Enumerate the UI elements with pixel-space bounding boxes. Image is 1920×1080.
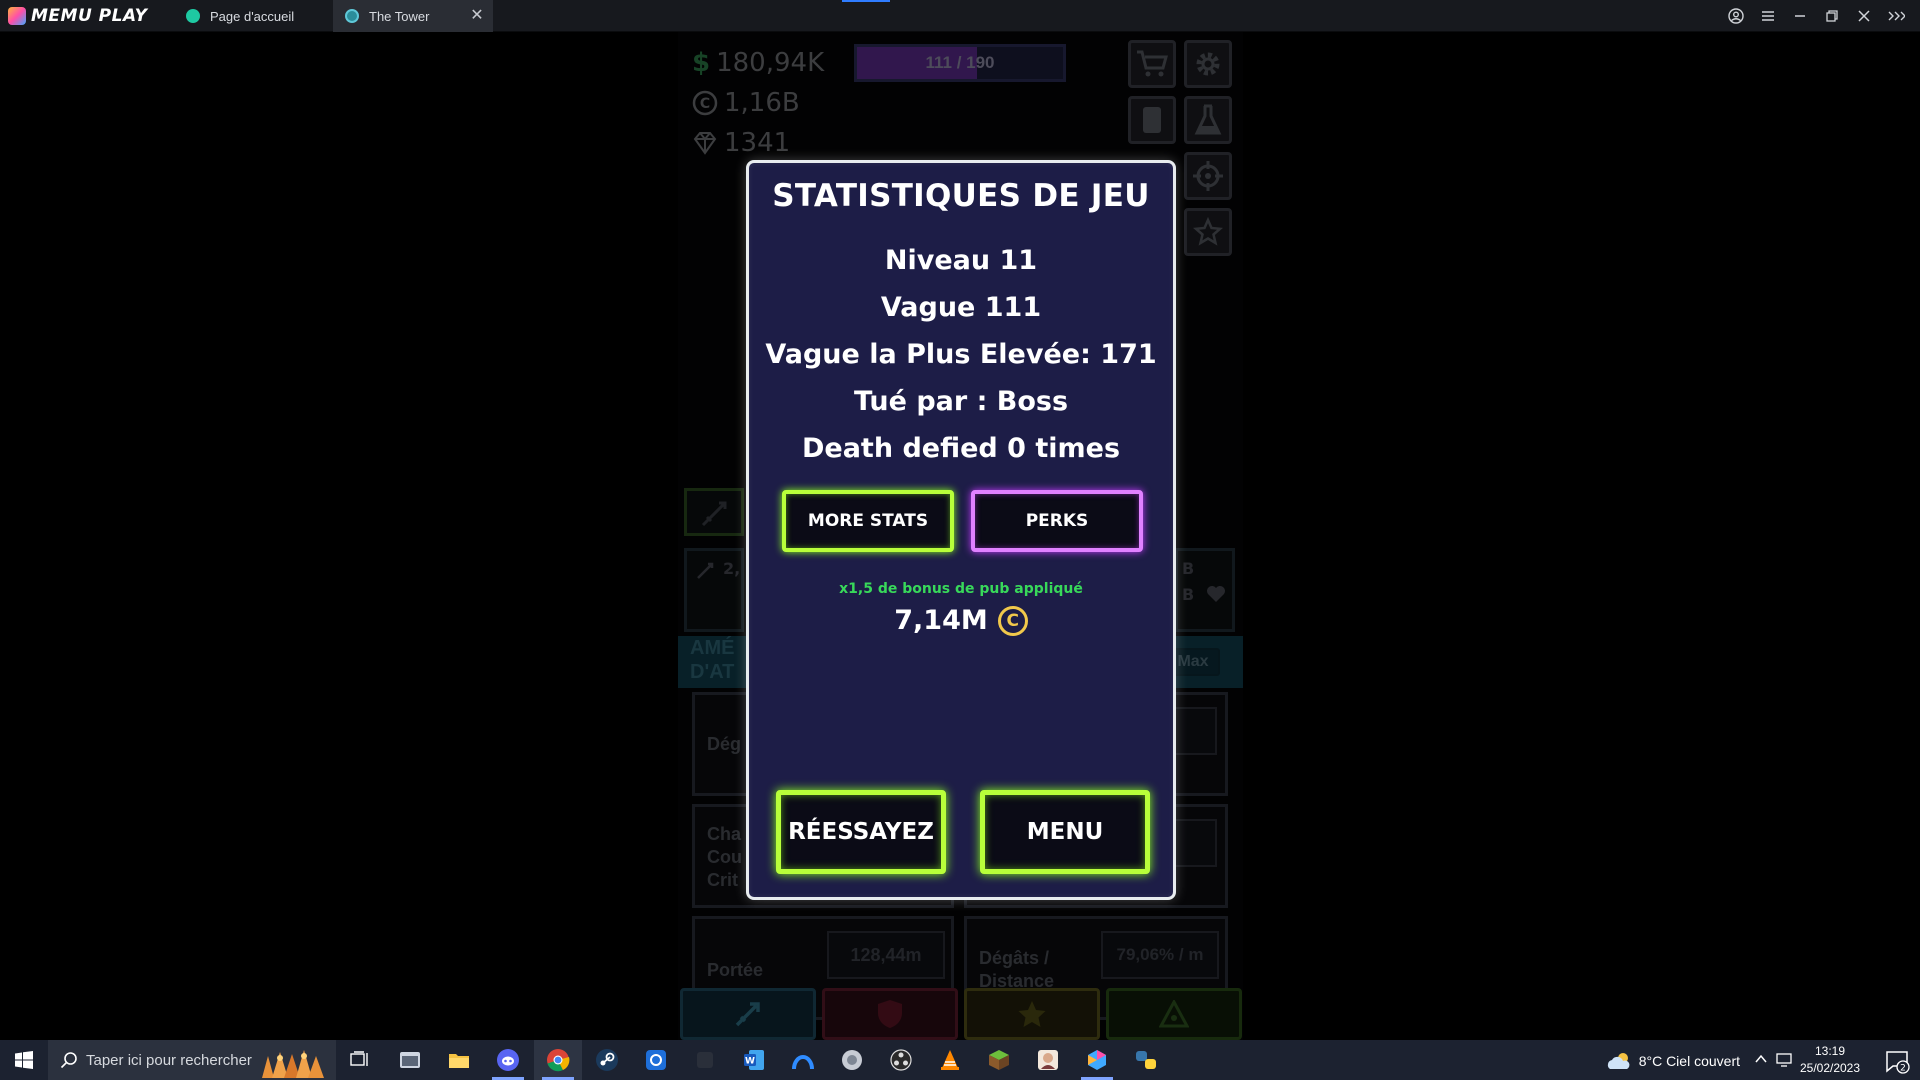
minecraft-icon	[989, 1050, 1009, 1070]
menu-icon[interactable]	[1754, 2, 1782, 30]
taskbar-app-shield[interactable]	[828, 1040, 876, 1080]
memu-brand-text: MEMU PLAY	[31, 6, 148, 26]
taskbar-app-blue[interactable]	[632, 1040, 680, 1080]
taskbar-word[interactable]: W	[730, 1040, 778, 1080]
account-icon[interactable]	[1722, 2, 1750, 30]
window-controls	[1722, 0, 1910, 32]
obs-icon	[890, 1049, 912, 1071]
tab-the-tower-label: The Tower	[369, 8, 430, 24]
start-button[interactable]	[0, 1040, 48, 1080]
cloud-icon	[1607, 1053, 1630, 1069]
more-stats-button[interactable]: MORE STATS	[782, 490, 954, 552]
chevron-up-icon[interactable]	[1754, 1052, 1768, 1066]
taskbar-app-arc[interactable]	[779, 1040, 827, 1080]
discord-icon	[497, 1049, 519, 1071]
notification-count: 2	[1900, 1064, 1906, 1074]
task-view-icon	[350, 1051, 368, 1066]
vlc-icon	[941, 1050, 959, 1070]
windows-icon	[15, 1051, 33, 1069]
taskbar-steam[interactable]	[583, 1040, 631, 1080]
expand-sidebar-icon[interactable]	[1882, 2, 1910, 30]
tab-home[interactable]: Page d'accueil	[178, 0, 330, 32]
weather-text: 8°C Ciel couvert	[1638, 1053, 1740, 1069]
game-stats-modal: STATISTIQUES DE JEU Niveau 11 Vague 111 …	[746, 160, 1176, 900]
chrome-icon	[547, 1049, 570, 1072]
modal-title: STATISTIQUES DE JEU	[772, 178, 1150, 214]
taskbar: Taper ici pour rechercher W 8°C Ciel cou…	[0, 1040, 1920, 1080]
perks-button[interactable]: PERKS	[971, 490, 1143, 552]
steam-icon	[596, 1049, 618, 1071]
arc-app-icon	[792, 1055, 814, 1070]
search-highlight-icon	[262, 1050, 324, 1078]
screen: MEMU PLAY Page d'accueil The Tower ✕ $ 1…	[0, 0, 1920, 1080]
taskbar-app-dark[interactable]	[681, 1040, 729, 1080]
svg-text:W: W	[745, 1057, 755, 1067]
memu-logo[interactable]: MEMU PLAY	[8, 5, 147, 27]
coin-reward: 7,14M C	[749, 605, 1173, 636]
retry-button[interactable]: RÉESSAYEZ	[776, 790, 946, 874]
home-tab-icon	[186, 9, 200, 23]
folder-icon	[449, 1054, 469, 1068]
taskbar-app-1[interactable]	[386, 1040, 434, 1080]
killed-by-text: Tué par : Boss	[853, 386, 1069, 417]
emulator-titlebar: MEMU PLAY Page d'accueil The Tower ✕	[0, 0, 1920, 32]
wave-text: Vague 111	[880, 292, 1042, 323]
death-defied-text: Death defied 0 times	[801, 433, 1121, 464]
tab-the-tower[interactable]: The Tower ✕	[333, 0, 493, 32]
close-tab-icon[interactable]: ✕	[469, 8, 485, 24]
tab-home-label: Page d'accueil	[210, 8, 295, 24]
clock[interactable]: 13:19 25/02/2023	[1790, 1043, 1870, 1077]
word-icon: W	[744, 1050, 764, 1070]
window-app-icon	[400, 1052, 420, 1068]
taskbar-file-explorer[interactable]	[435, 1040, 483, 1080]
taskbar-obs[interactable]	[877, 1040, 925, 1080]
search-placeholder: Taper ici pour rechercher	[86, 1051, 252, 1069]
clock-time: 13:19	[1814, 1044, 1846, 1058]
menu-button[interactable]: MENU	[980, 790, 1150, 874]
taskbar-chrome[interactable]	[534, 1040, 582, 1080]
taskbar-minecraft[interactable]	[975, 1040, 1023, 1080]
memu-app-icon	[1088, 1050, 1106, 1070]
taskbar-python[interactable]	[1122, 1040, 1170, 1080]
highest-wave-text: Vague la Plus Elevée: 171	[765, 339, 1157, 370]
minimize-icon[interactable]	[1786, 2, 1814, 30]
taskbar-app-anime[interactable]	[1024, 1040, 1072, 1080]
shield-app-icon	[842, 1050, 862, 1070]
taskbar-memu[interactable]	[1073, 1040, 1121, 1080]
weather-widget[interactable]: 8°C Ciel couvert	[1605, 1051, 1740, 1071]
sync-app-icon	[646, 1050, 666, 1070]
tower-tab-icon	[345, 9, 359, 23]
ad-bonus-text: x1,5 de bonus de pub appliqué	[839, 581, 1083, 597]
restore-icon[interactable]	[1818, 2, 1846, 30]
level-text: Niveau 11	[884, 245, 1038, 276]
taskbar-search[interactable]: Taper ici pour rechercher	[48, 1040, 336, 1080]
taskbar-discord[interactable]	[484, 1040, 532, 1080]
coin-icon: C	[997, 605, 1028, 636]
dark-app-icon	[697, 1052, 713, 1068]
anime-app-icon	[1038, 1050, 1058, 1070]
notification-icon[interactable]: 2	[1884, 1048, 1910, 1074]
memu-logo-icon	[8, 7, 26, 25]
python-icon	[1136, 1051, 1156, 1069]
close-window-icon[interactable]	[1850, 2, 1878, 30]
active-indicator	[842, 0, 890, 2]
taskbar-vlc[interactable]	[926, 1040, 974, 1080]
task-view-button[interactable]	[336, 1040, 384, 1080]
system-tray: 8°C Ciel couvert 13:19 25/02/2023 2	[1520, 1040, 1920, 1080]
search-icon	[60, 1052, 77, 1069]
coin-reward-value: 7,14M	[894, 605, 988, 636]
clock-date: 25/02/2023	[1799, 1061, 1861, 1075]
